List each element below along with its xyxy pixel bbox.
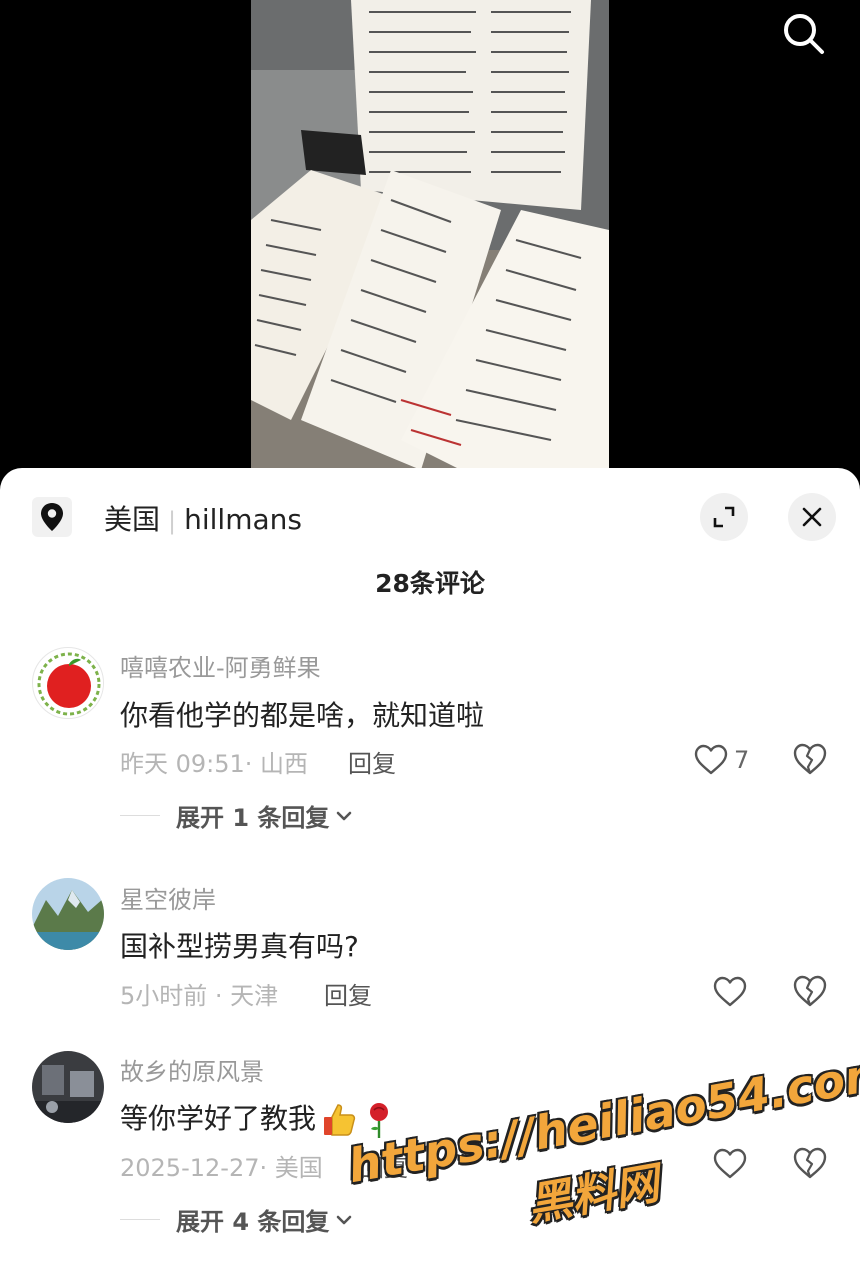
reply-button[interactable]: 回复 [348,744,396,779]
rose-emoji-icon [370,1103,389,1138]
video-content-image [251,0,609,480]
video-player[interactable] [0,0,860,480]
like-count: 7 [734,746,750,774]
divider: | [168,507,177,535]
avatar[interactable] [32,647,104,719]
divider-line [120,1219,160,1220]
like-button[interactable] [713,974,747,1010]
avatar[interactable] [32,878,104,950]
video-frame[interactable] [251,0,609,480]
expand-button[interactable] [700,493,748,541]
like-button[interactable]: 7 [694,742,749,778]
chevron-down-icon [337,1215,352,1224]
heart-icon [694,744,728,775]
comment-meta: 5小时前 · 天津 [120,982,279,1010]
expand-replies-label: 展开 1 条回复 [176,804,330,832]
location-pin-icon [32,497,72,537]
comment-text-content: 等你学好了教我 [120,1102,317,1135]
comment-author[interactable]: 星空彼岸 [120,880,216,915]
dislike-button[interactable] [792,1146,828,1182]
comment-meta: 2025-12-27· 美国 [120,1154,323,1182]
comment-count-title: 28条评论 [375,569,485,598]
dislike-button[interactable] [792,974,828,1010]
heart-icon [713,976,747,1007]
expand-icon [713,506,735,528]
comment-author[interactable]: 嘻嘻农业-阿勇鲜果 [120,648,321,683]
location-header[interactable]: 美国 | hillmans [104,498,302,538]
comment-author[interactable]: 故乡的原风景 [120,1052,264,1087]
broken-heart-icon [793,743,827,775]
location-label: 美国 [104,503,161,536]
comment-text: 等你学好了教我 [120,1097,396,1139]
heart-icon [713,1148,747,1179]
username-label: hillmans [184,503,302,536]
reply-button[interactable]: 回复 [324,976,372,1011]
reply-button[interactable]: 回复 [360,1148,408,1183]
comment-meta: 昨天 09:51· 山西 [120,750,309,778]
search-button[interactable] [776,6,832,62]
expand-replies-label: 展开 4 条回复 [176,1208,330,1236]
expand-replies-button[interactable]: 展开 1 条回复 [120,798,355,833]
search-icon [784,14,824,54]
avatar[interactable] [32,1051,104,1123]
dislike-button[interactable] [792,742,828,778]
chevron-down-icon [337,811,352,820]
comment-text: 国补型捞男真有吗? [120,930,359,963]
like-button[interactable] [713,1146,747,1182]
thumbs-up-emoji-icon [324,1104,356,1136]
expand-replies-button[interactable]: 展开 4 条回复 [120,1202,355,1237]
broken-heart-icon [793,1147,827,1179]
close-icon [802,507,822,527]
close-button[interactable] [788,493,836,541]
broken-heart-icon [793,975,827,1007]
comment-text: 你看他学的都是啥，就知道啦 [120,699,485,732]
divider-line [120,815,160,816]
